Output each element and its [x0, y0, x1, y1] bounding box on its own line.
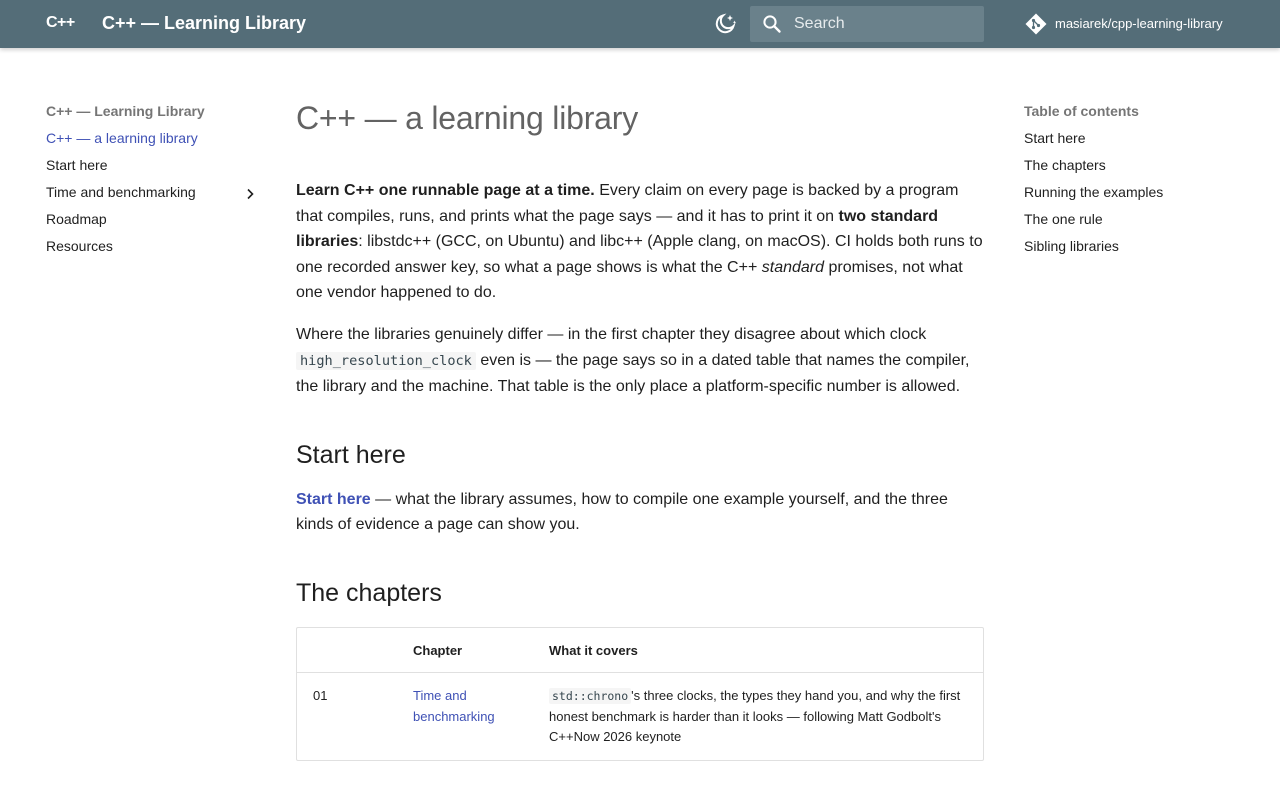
libraries-paragraph: Where the libraries genuinely differ — i…: [296, 322, 986, 400]
table-of-contents: Table of contents Start here The chapter…: [1024, 102, 1244, 264]
repo-name: masiarek/cpp-learning-library: [1055, 16, 1223, 31]
chapter-description: std::chrono's three clocks, the types th…: [533, 673, 983, 760]
chevron-right-icon[interactable]: [244, 186, 256, 200]
top-header: C++ C++ — Learning Library Search masiar…: [0, 0, 1280, 48]
nav-item-time-and-benchmarking[interactable]: Time and benchmarking: [46, 183, 260, 210]
intro-emphasis: standard: [761, 258, 825, 276]
table-header-row: Chapter What it covers: [297, 627, 983, 674]
column-header-chapter: Chapter: [397, 627, 533, 674]
table-row: 01 Time and benchmarking std::chrono's t…: [297, 673, 983, 760]
site-title: C++ — Learning Library: [102, 13, 307, 33]
intro-lead: Learn C++ one runnable page at a time.: [296, 182, 595, 199]
chapters-table: Chapter What it covers 01 Time and bench…: [296, 626, 984, 761]
main-content: C++ — a learning library Learn C++ one r…: [296, 96, 986, 761]
chapter-number: 01: [313, 688, 328, 704]
toc-item-running-the-examples[interactable]: Running the examples: [1024, 183, 1244, 210]
left-navigation: C++ — Learning Library C++ — a learning …: [46, 102, 260, 264]
search-icon: [762, 14, 782, 34]
repo-link[interactable]: masiarek/cpp-learning-library: [1024, 12, 1244, 36]
chapter-code: std::chrono: [549, 688, 632, 705]
section-heading-chapters: The chapters: [296, 578, 442, 607]
inline-code: high_resolution_clock: [296, 351, 476, 370]
nav-title: C++ — Learning Library: [46, 103, 205, 119]
toc-item-start-here[interactable]: Start here: [1024, 129, 1244, 156]
toc-item-sibling-libraries[interactable]: Sibling libraries: [1024, 237, 1244, 264]
site-logo[interactable]: C++: [46, 14, 75, 32]
para2-text-1: Where the libraries genuinely differ — i…: [296, 325, 927, 343]
start-here-paragraph: Start here — what the library assumes, h…: [296, 487, 986, 538]
column-header-covers: What it covers: [533, 627, 983, 674]
search-input[interactable]: [794, 6, 974, 42]
chapter-link-cell: Time and benchmarking: [397, 673, 533, 760]
intro-paragraph: Learn C++ one runnable page at a time. E…: [296, 178, 986, 306]
toc-title: Table of contents: [1024, 103, 1139, 119]
toc-item-the-chapters[interactable]: The chapters: [1024, 156, 1244, 183]
git-icon: [1024, 12, 1048, 36]
nav-item-roadmap[interactable]: Roadmap: [46, 210, 260, 237]
page-title: C++ — a learning library: [296, 100, 639, 136]
chapter-link[interactable]: Time and benchmarking: [413, 688, 495, 724]
dark-mode-toggle-icon[interactable]: [712, 12, 738, 36]
nav-item-start-here[interactable]: Start here: [46, 156, 260, 183]
nav-item-resources[interactable]: Resources: [46, 237, 260, 264]
nav-item-label: Time and benchmarking: [46, 184, 196, 200]
search-box[interactable]: [750, 6, 984, 42]
start-here-text: — what the library assumes, how to compi…: [296, 490, 948, 534]
nav-item-home[interactable]: C++ — a learning library: [46, 129, 260, 156]
section-heading-start-here: Start here: [296, 440, 406, 469]
start-here-link[interactable]: Start here: [296, 491, 371, 508]
toc-item-the-one-rule[interactable]: The one rule: [1024, 210, 1244, 237]
column-header-number: [297, 627, 397, 674]
